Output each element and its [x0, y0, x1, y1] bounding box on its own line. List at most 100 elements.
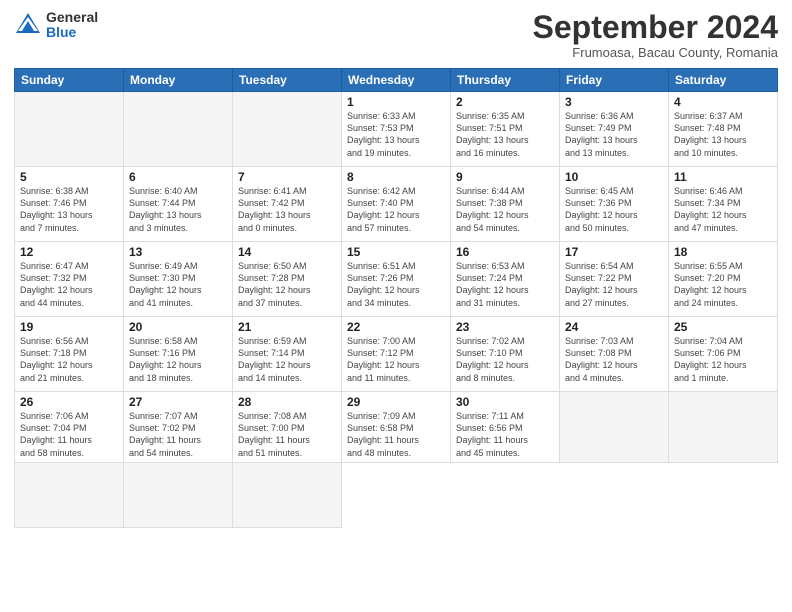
day-info: Sunrise: 6:44 AMSunset: 7:38 PMDaylight:… [456, 185, 554, 234]
day-number: 30 [456, 395, 554, 409]
day-number: 24 [565, 320, 663, 334]
day-cell-16: 16 Sunrise: 6:53 AMSunset: 7:24 PMDaylig… [451, 242, 560, 317]
day-cell-2: 2 Sunrise: 6:35 AMSunset: 7:51 PMDayligh… [451, 92, 560, 167]
day-info: Sunrise: 7:09 AMSunset: 6:58 PMDaylight:… [347, 410, 445, 459]
day-number: 5 [20, 170, 118, 184]
empty-cell [233, 92, 342, 167]
day-cell-18: 18 Sunrise: 6:55 AMSunset: 7:20 PMDaylig… [669, 242, 778, 317]
day-cell-23: 23 Sunrise: 7:02 AMSunset: 7:10 PMDaylig… [451, 317, 560, 392]
empty-cell [124, 462, 233, 527]
day-cell-14: 14 Sunrise: 6:50 AMSunset: 7:28 PMDaylig… [233, 242, 342, 317]
day-info: Sunrise: 6:51 AMSunset: 7:26 PMDaylight:… [347, 260, 445, 309]
day-number: 27 [129, 395, 227, 409]
day-info: Sunrise: 6:42 AMSunset: 7:40 PMDaylight:… [347, 185, 445, 234]
logo-general-text: General [46, 10, 98, 25]
day-number: 25 [674, 320, 772, 334]
header-tuesday: Tuesday [233, 69, 342, 92]
day-info: Sunrise: 6:40 AMSunset: 7:44 PMDaylight:… [129, 185, 227, 234]
day-cell-24: 24 Sunrise: 7:03 AMSunset: 7:08 PMDaylig… [560, 317, 669, 392]
day-cell-15: 15 Sunrise: 6:51 AMSunset: 7:26 PMDaylig… [342, 242, 451, 317]
day-cell-29: 29 Sunrise: 7:09 AMSunset: 6:58 PMDaylig… [342, 392, 451, 463]
day-cell-22: 22 Sunrise: 7:00 AMSunset: 7:12 PMDaylig… [342, 317, 451, 392]
day-info: Sunrise: 6:41 AMSunset: 7:42 PMDaylight:… [238, 185, 336, 234]
day-number: 6 [129, 170, 227, 184]
day-number: 13 [129, 245, 227, 259]
weekday-header-row: Sunday Monday Tuesday Wednesday Thursday… [15, 69, 778, 92]
calendar-row-5: 26 Sunrise: 7:06 AMSunset: 7:04 PMDaylig… [15, 392, 778, 463]
day-cell-7: 7 Sunrise: 6:41 AMSunset: 7:42 PMDayligh… [233, 167, 342, 242]
day-info: Sunrise: 7:07 AMSunset: 7:02 PMDaylight:… [129, 410, 227, 459]
day-cell-11: 11 Sunrise: 6:46 AMSunset: 7:34 PMDaylig… [669, 167, 778, 242]
day-number: 15 [347, 245, 445, 259]
day-info: Sunrise: 6:36 AMSunset: 7:49 PMDaylight:… [565, 110, 663, 159]
day-number: 4 [674, 95, 772, 109]
day-number: 1 [347, 95, 445, 109]
day-number: 18 [674, 245, 772, 259]
day-number: 20 [129, 320, 227, 334]
day-info: Sunrise: 7:08 AMSunset: 7:00 PMDaylight:… [238, 410, 336, 459]
day-number: 16 [456, 245, 554, 259]
day-number: 26 [20, 395, 118, 409]
day-cell-30: 30 Sunrise: 7:11 AMSunset: 6:56 PMDaylig… [451, 392, 560, 463]
day-info: Sunrise: 6:54 AMSunset: 7:22 PMDaylight:… [565, 260, 663, 309]
day-number: 9 [456, 170, 554, 184]
day-info: Sunrise: 6:47 AMSunset: 7:32 PMDaylight:… [20, 260, 118, 309]
day-cell-5: 5 Sunrise: 6:38 AMSunset: 7:46 PMDayligh… [15, 167, 124, 242]
empty-cell [560, 392, 669, 463]
day-cell-8: 8 Sunrise: 6:42 AMSunset: 7:40 PMDayligh… [342, 167, 451, 242]
header-monday: Monday [124, 69, 233, 92]
empty-cell [124, 92, 233, 167]
day-info: Sunrise: 6:37 AMSunset: 7:48 PMDaylight:… [674, 110, 772, 159]
day-info: Sunrise: 7:02 AMSunset: 7:10 PMDaylight:… [456, 335, 554, 384]
empty-cell [233, 462, 342, 527]
day-cell-1: 1 Sunrise: 6:33 AMSunset: 7:53 PMDayligh… [342, 92, 451, 167]
day-number: 14 [238, 245, 336, 259]
day-number: 17 [565, 245, 663, 259]
day-cell-12: 12 Sunrise: 6:47 AMSunset: 7:32 PMDaylig… [15, 242, 124, 317]
title-block: September 2024 Frumoasa, Bacau County, R… [533, 10, 778, 60]
day-cell-10: 10 Sunrise: 6:45 AMSunset: 7:36 PMDaylig… [560, 167, 669, 242]
day-number: 10 [565, 170, 663, 184]
day-info: Sunrise: 6:46 AMSunset: 7:34 PMDaylight:… [674, 185, 772, 234]
day-cell-26: 26 Sunrise: 7:06 AMSunset: 7:04 PMDaylig… [15, 392, 124, 463]
day-cell-13: 13 Sunrise: 6:49 AMSunset: 7:30 PMDaylig… [124, 242, 233, 317]
day-cell-17: 17 Sunrise: 6:54 AMSunset: 7:22 PMDaylig… [560, 242, 669, 317]
day-cell-25: 25 Sunrise: 7:04 AMSunset: 7:06 PMDaylig… [669, 317, 778, 392]
day-info: Sunrise: 6:45 AMSunset: 7:36 PMDaylight:… [565, 185, 663, 234]
logo: General Blue [14, 10, 98, 41]
day-info: Sunrise: 6:55 AMSunset: 7:20 PMDaylight:… [674, 260, 772, 309]
header-thursday: Thursday [451, 69, 560, 92]
header-saturday: Saturday [669, 69, 778, 92]
logo-icon [14, 11, 42, 39]
logo-blue-text: Blue [46, 25, 98, 40]
day-info: Sunrise: 6:53 AMSunset: 7:24 PMDaylight:… [456, 260, 554, 309]
day-cell-6: 6 Sunrise: 6:40 AMSunset: 7:44 PMDayligh… [124, 167, 233, 242]
calendar-row-2: 5 Sunrise: 6:38 AMSunset: 7:46 PMDayligh… [15, 167, 778, 242]
day-number: 3 [565, 95, 663, 109]
day-info: Sunrise: 6:50 AMSunset: 7:28 PMDaylight:… [238, 260, 336, 309]
day-info: Sunrise: 6:56 AMSunset: 7:18 PMDaylight:… [20, 335, 118, 384]
calendar-row-4: 19 Sunrise: 6:56 AMSunset: 7:18 PMDaylig… [15, 317, 778, 392]
day-number: 11 [674, 170, 772, 184]
header-wednesday: Wednesday [342, 69, 451, 92]
day-cell-28: 28 Sunrise: 7:08 AMSunset: 7:00 PMDaylig… [233, 392, 342, 463]
calendar-row-6 [15, 462, 778, 527]
day-info: Sunrise: 6:49 AMSunset: 7:30 PMDaylight:… [129, 260, 227, 309]
empty-cell [669, 392, 778, 463]
calendar-row-3: 12 Sunrise: 6:47 AMSunset: 7:32 PMDaylig… [15, 242, 778, 317]
day-cell-21: 21 Sunrise: 6:59 AMSunset: 7:14 PMDaylig… [233, 317, 342, 392]
day-number: 2 [456, 95, 554, 109]
header-sunday: Sunday [15, 69, 124, 92]
month-title: September 2024 [533, 10, 778, 45]
empty-cell [15, 92, 124, 167]
day-info: Sunrise: 6:35 AMSunset: 7:51 PMDaylight:… [456, 110, 554, 159]
day-number: 23 [456, 320, 554, 334]
day-info: Sunrise: 6:38 AMSunset: 7:46 PMDaylight:… [20, 185, 118, 234]
day-cell-19: 19 Sunrise: 6:56 AMSunset: 7:18 PMDaylig… [15, 317, 124, 392]
day-info: Sunrise: 7:11 AMSunset: 6:56 PMDaylight:… [456, 410, 554, 459]
day-info: Sunrise: 7:00 AMSunset: 7:12 PMDaylight:… [347, 335, 445, 384]
day-number: 7 [238, 170, 336, 184]
day-number: 12 [20, 245, 118, 259]
empty-cell [15, 462, 124, 527]
location-subtitle: Frumoasa, Bacau County, Romania [533, 45, 778, 60]
